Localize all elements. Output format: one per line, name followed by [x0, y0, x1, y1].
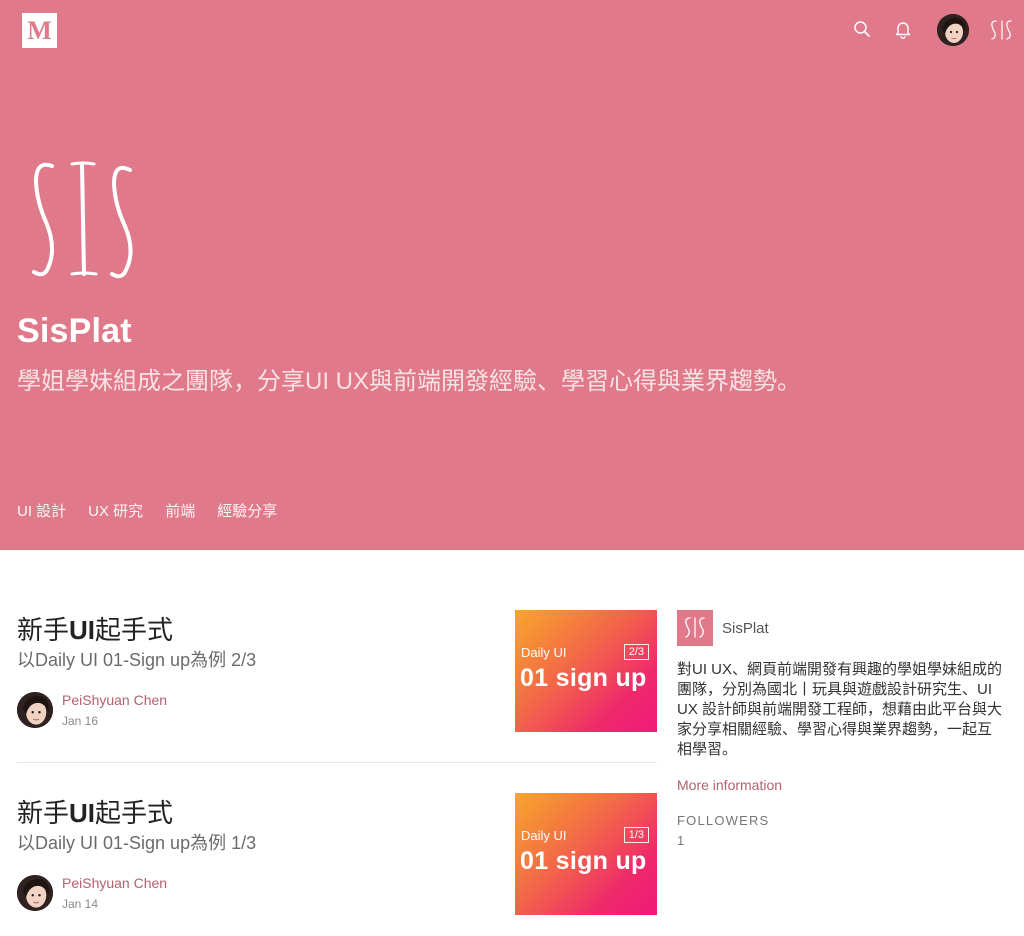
sidebar-logo[interactable] — [677, 610, 713, 646]
post-thumbnail[interactable]: Daily UI 1/3 01 sign up — [515, 793, 657, 915]
nav-item-ux-research[interactable]: UX 研究 — [88, 500, 143, 521]
thumb-main-text: 01 sign up — [520, 847, 647, 875]
publication-logo-icon — [32, 161, 133, 279]
user-avatar[interactable] — [937, 14, 969, 46]
post-card[interactable]: 新手UI起手式 以Daily UI 01-Sign up為例 2/3 PeiSh… — [17, 610, 657, 760]
thumb-page: 2/3 — [623, 644, 649, 660]
more-information-link[interactable]: More information — [677, 777, 782, 793]
post-card[interactable]: 新手UI起手式 以Daily UI 01-Sign up為例 1/3 PeiSh… — [17, 793, 657, 923]
post-title[interactable]: 新手UI起手式 — [17, 793, 173, 830]
followers-count[interactable]: 1 — [677, 833, 684, 848]
sidebar-description: 對UI UX、網頁前端開發有興趣的學姐學妹組成的團隊，分別為國北丨玩具與遊戲設計… — [677, 661, 1003, 758]
author-name[interactable]: PeiShyuan Chen — [62, 692, 167, 708]
sis-logo-icon — [685, 617, 705, 638]
post-date[interactable]: Jan 14 — [62, 897, 98, 911]
post-date[interactable]: Jan 16 — [62, 714, 98, 728]
thumb-main-text: 01 sign up — [520, 664, 647, 692]
post-divider — [17, 762, 657, 763]
nav-item-ui-design[interactable]: UI 設計 — [17, 500, 66, 521]
avatar-face-icon — [937, 14, 969, 46]
publication-title: SisPlat — [17, 312, 132, 350]
search-icon[interactable] — [853, 20, 871, 38]
thumb-label: Daily UI — [521, 828, 567, 843]
bell-icon[interactable] — [894, 20, 912, 39]
author-avatar[interactable] — [17, 875, 53, 911]
followers-label: FOLLOWERS — [677, 813, 770, 828]
author-name[interactable]: PeiShyuan Chen — [62, 875, 167, 891]
avatar-face-icon — [17, 875, 53, 911]
publication-tagline: 學姐學妹組成之團隊，分享UI UX與前端開發經驗、學習心得與業界趨勢。 — [17, 368, 802, 395]
publication-header: M SisPlat 學姐學妹組成之團隊，分享UI UX與前端開發經驗、學習心得與… — [0, 0, 1024, 550]
sidebar-publication-name[interactable]: SisPlat — [722, 620, 769, 637]
post-subtitle[interactable]: 以Daily UI 01-Sign up為例 1/3 — [17, 829, 256, 855]
author-avatar[interactable] — [17, 692, 53, 728]
post-thumbnail[interactable]: Daily UI 2/3 01 sign up — [515, 610, 657, 732]
top-bar: M — [0, 0, 1024, 62]
avatar-face-icon — [17, 692, 53, 728]
main-content: 新手UI起手式 以Daily UI 01-Sign up為例 2/3 PeiSh… — [0, 550, 1024, 936]
post-subtitle[interactable]: 以Daily UI 01-Sign up為例 2/3 — [17, 646, 256, 672]
nav-item-frontend[interactable]: 前端 — [165, 500, 195, 521]
medium-logo[interactable]: M — [22, 13, 57, 48]
nav-item-experience[interactable]: 經驗分享 — [217, 500, 277, 521]
thumb-page: 1/3 — [623, 827, 649, 843]
publication-nav: UI 設計 UX 研究 前端 經驗分享 — [17, 500, 277, 521]
sis-logo-icon[interactable] — [990, 18, 1014, 42]
thumb-label: Daily UI — [521, 645, 567, 660]
post-title[interactable]: 新手UI起手式 — [17, 610, 173, 647]
